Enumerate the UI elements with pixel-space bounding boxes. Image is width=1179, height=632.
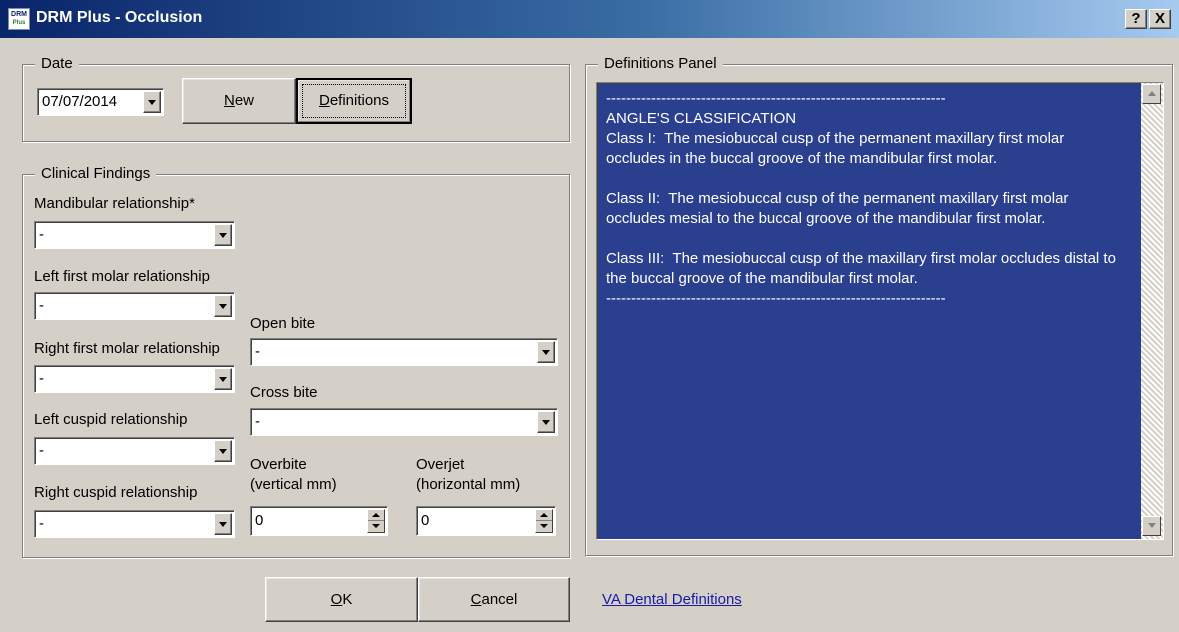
arrow-up-icon [540, 513, 548, 517]
overjet-value: 0 [421, 512, 430, 529]
mandibular-dropdown-button[interactable] [214, 224, 232, 246]
right-first-molar-dropdown-button[interactable] [214, 368, 232, 390]
left-cuspid-label: Left cuspid relationship [34, 411, 188, 428]
overbite-decrement[interactable] [368, 521, 384, 532]
app-logo-icon: DRM Plus [8, 8, 30, 30]
definitions-button[interactable]: Definitions [296, 78, 412, 124]
overbite-stepper[interactable]: 0 [250, 506, 388, 536]
overjet-stepper[interactable]: 0 [416, 506, 556, 536]
overjet-increment[interactable] [536, 510, 552, 521]
overjet-decrement[interactable] [536, 521, 552, 532]
right-cuspid-dropdown-button[interactable] [214, 513, 232, 535]
right-cuspid-label: Right cuspid relationship [34, 484, 198, 501]
arrow-up-icon [372, 513, 380, 517]
left-cuspid-value: - [39, 442, 44, 459]
date-dropdown-button[interactable] [143, 91, 161, 113]
arrow-down-icon [540, 524, 548, 528]
help-button[interactable]: ? [1125, 9, 1147, 29]
arrow-down-icon [372, 524, 380, 528]
left-first-molar-select[interactable]: - [34, 292, 235, 320]
overjet-unit-label: (horizontal mm) [416, 476, 521, 493]
overbite-value: 0 [255, 512, 264, 529]
arrow-down-icon [1148, 523, 1156, 528]
open-bite-value: - [255, 343, 260, 360]
open-bite-dropdown-button[interactable] [537, 341, 555, 363]
arrow-up-icon [1148, 91, 1156, 96]
open-bite-select[interactable]: - [250, 338, 558, 366]
left-first-molar-label: Left first molar relationship [34, 268, 210, 285]
cross-bite-select[interactable]: - [250, 408, 558, 436]
overbite-spin-arrows[interactable] [367, 509, 385, 533]
left-first-molar-value: - [39, 297, 44, 314]
va-dental-definitions-link[interactable]: VA Dental Definitions [602, 591, 742, 608]
close-button[interactable]: X [1149, 9, 1171, 29]
cancel-button[interactable]: Cancel [418, 577, 570, 622]
left-cuspid-dropdown-button[interactable] [214, 440, 232, 462]
chevron-down-icon [219, 304, 227, 309]
scroll-up-button[interactable] [1142, 84, 1161, 104]
date-group-legend: Date [35, 55, 79, 73]
date-value: 07/07/2014 [42, 93, 118, 110]
title-bar: DRM Plus DRM Plus - Occlusion ? X [0, 0, 1179, 38]
overbite-label: Overbite [250, 456, 307, 473]
mandibular-relationship-value: - [39, 226, 44, 243]
overbite-unit-label: (vertical mm) [250, 476, 337, 493]
left-cuspid-select[interactable]: - [34, 437, 235, 465]
open-bite-label: Open bite [250, 315, 316, 332]
right-cuspid-select[interactable]: - [34, 510, 235, 538]
right-cuspid-value: - [39, 515, 44, 532]
definitions-panel-legend: Definitions Panel [598, 55, 723, 73]
definitions-scrollbar[interactable] [1141, 83, 1163, 539]
chevron-down-icon [542, 420, 550, 425]
definitions-panel[interactable]: ----------------------------------------… [596, 82, 1164, 540]
right-first-molar-value: - [39, 370, 44, 387]
clinical-findings-legend: Clinical Findings [35, 165, 157, 183]
scroll-down-button[interactable] [1142, 516, 1161, 536]
chevron-down-icon [219, 522, 227, 527]
chevron-down-icon [148, 100, 156, 105]
window-title: DRM Plus - Occlusion [36, 9, 203, 26]
cross-bite-value: - [255, 413, 260, 430]
chevron-down-icon [219, 233, 227, 238]
right-first-molar-select[interactable]: - [34, 365, 235, 393]
ok-button[interactable]: OK [265, 577, 418, 622]
overjet-spin-arrows[interactable] [535, 509, 553, 533]
cross-bite-dropdown-button[interactable] [537, 411, 555, 433]
overbite-increment[interactable] [368, 510, 384, 521]
chevron-down-icon [542, 350, 550, 355]
definitions-text: ----------------------------------------… [606, 90, 1116, 307]
right-first-molar-label: Right first molar relationship [34, 340, 220, 357]
date-combo[interactable]: 07/07/2014 [37, 88, 164, 116]
overjet-label: Overjet [416, 456, 465, 473]
chevron-down-icon [219, 449, 227, 454]
new-button[interactable]: New [182, 78, 296, 124]
mandibular-relationship-select[interactable]: - [34, 221, 235, 249]
mandibular-relationship-label: Mandibular relationship* [34, 195, 195, 212]
cross-bite-label: Cross bite [250, 384, 318, 401]
chevron-down-icon [219, 377, 227, 382]
left-first-molar-dropdown-button[interactable] [214, 295, 232, 317]
